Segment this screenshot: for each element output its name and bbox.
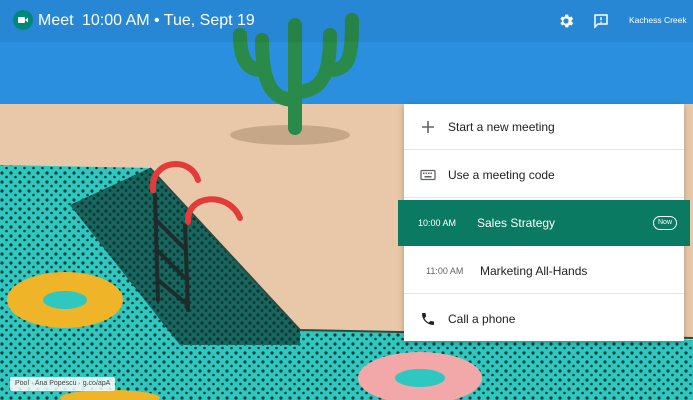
call-phone-item[interactable]: Call a phone <box>404 296 684 342</box>
feedback-icon[interactable] <box>592 12 610 30</box>
phone-icon <box>422 313 434 325</box>
meeting-title: Marketing All-Hands <box>480 264 588 278</box>
meeting-title: Sales Strategy <box>477 216 556 230</box>
meeting-item-marketing-all-hands[interactable]: 11:00 AM Marketing All-Hands <box>404 248 684 294</box>
date-time: 10:00 AM • Tue, Sept 19 <box>82 12 255 29</box>
plus-icon <box>422 121 434 133</box>
background-credit[interactable]: Pool · Ana Popescu · g.co/apA <box>10 377 116 391</box>
top-bar: Meet 10:00 AM • Tue, Sept 19 Kachess Cre… <box>0 0 693 42</box>
meeting-time: 11:00 AM <box>426 266 464 276</box>
call-phone-label: Call a phone <box>448 312 516 326</box>
meeting-item-sales-strategy[interactable]: 10:00 AM Sales Strategy Now <box>398 200 690 246</box>
meeting-code-label: Use a meeting code <box>448 168 555 182</box>
meet-logo-icon <box>13 10 33 30</box>
meeting-panel: Start a new meeting Use a meeting code 1… <box>398 104 690 342</box>
meeting-time: 10:00 AM <box>418 218 457 228</box>
now-badge: Now <box>653 216 678 230</box>
start-new-meeting-label: Start a new meeting <box>448 120 555 134</box>
keyboard-icon <box>420 169 436 181</box>
settings-icon[interactable] <box>557 12 575 30</box>
device-name: Kachess Creek <box>629 15 687 25</box>
meeting-code-item[interactable]: Use a meeting code <box>404 152 684 198</box>
start-new-meeting-item[interactable]: Start a new meeting <box>404 104 684 150</box>
app-name: Meet <box>38 12 74 29</box>
